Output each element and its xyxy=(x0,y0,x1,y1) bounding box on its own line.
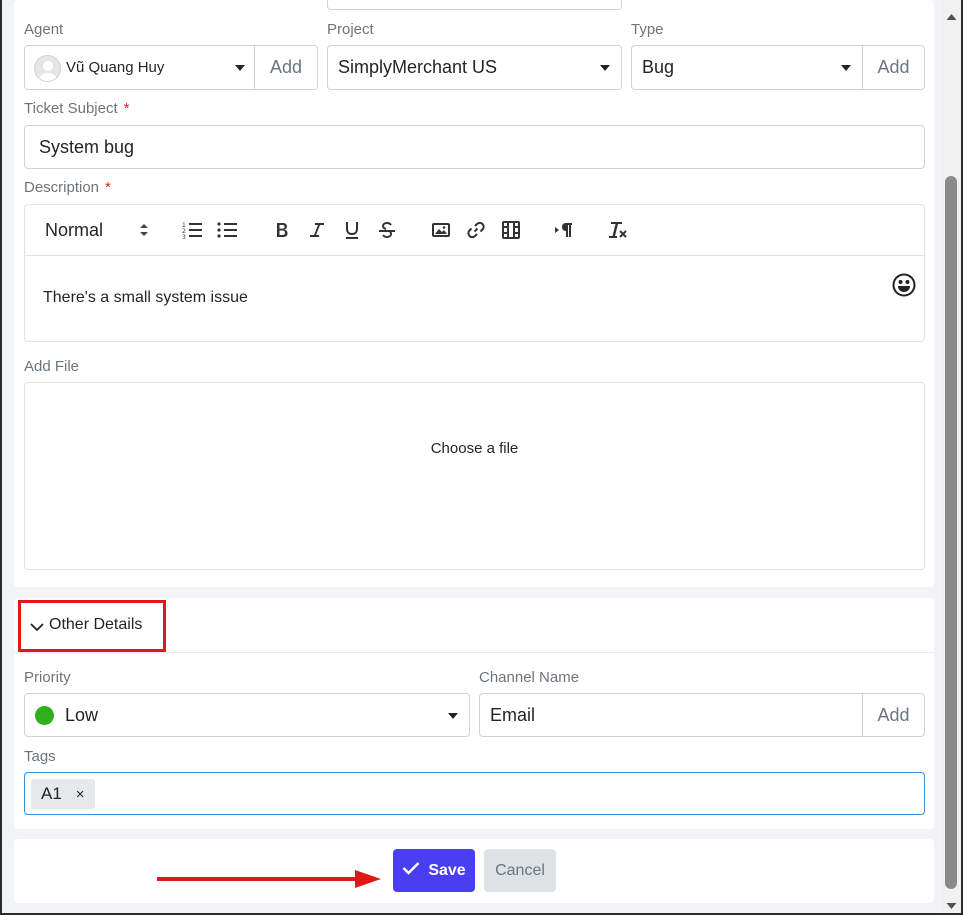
form-panel: Agent Vũ Quang Huy Add Project SimplyMer… xyxy=(0,0,963,915)
editor-toolbar: Normal 123 xyxy=(25,205,924,256)
scroll-up-arrow-icon[interactable] xyxy=(946,8,957,26)
check-icon xyxy=(402,861,420,880)
add-file-label: Add File xyxy=(24,358,80,375)
annotation-arrow xyxy=(157,868,383,890)
add-agent-button[interactable]: Add xyxy=(254,45,318,90)
ticket-form-card: Agent Vũ Quang Huy Add Project SimplyMer… xyxy=(14,0,934,587)
tags-input[interactable]: A1 × xyxy=(24,772,925,815)
chevron-down-icon xyxy=(448,713,458,719)
type-label: Type xyxy=(631,21,664,38)
underline-icon[interactable] xyxy=(340,219,364,241)
required-marker: * xyxy=(123,100,130,117)
project-label: Project xyxy=(327,21,374,38)
type-value: Bug xyxy=(642,57,675,77)
cancel-button[interactable]: Cancel xyxy=(484,849,556,892)
description-label: Description * xyxy=(24,179,111,196)
other-details-card: Other Details Priority Low Channel Name … xyxy=(14,598,934,829)
emoji-icon[interactable] xyxy=(891,272,917,298)
scrollbar-thumb[interactable] xyxy=(945,176,957,889)
project-select[interactable]: SimplyMerchant US xyxy=(327,45,622,90)
priority-label: Priority xyxy=(24,669,71,686)
cancel-label: Cancel xyxy=(495,861,545,879)
bold-icon[interactable] xyxy=(270,219,294,241)
text-direction-icon[interactable] xyxy=(552,219,576,241)
tags-label: Tags xyxy=(24,748,56,765)
scrollbar[interactable] xyxy=(942,0,961,913)
bullet-list-icon[interactable] xyxy=(215,219,239,241)
tag-chip: A1 × xyxy=(31,779,95,809)
add-channel-button[interactable]: Add xyxy=(862,693,925,737)
ticket-subject-value: System bug xyxy=(39,137,135,157)
description-body[interactable]: There's a small system issue xyxy=(43,289,248,307)
ordered-list-icon[interactable]: 123 xyxy=(180,219,204,241)
format-select[interactable]: Normal xyxy=(45,218,157,242)
partial-field[interactable] xyxy=(327,0,622,10)
channel-name-input[interactable]: Email xyxy=(479,693,863,737)
type-select[interactable]: Bug xyxy=(631,45,863,90)
agent-select[interactable]: Vũ Quang Huy xyxy=(24,45,255,90)
footer-bar: Save Cancel xyxy=(14,839,934,903)
required-marker: * xyxy=(105,179,111,196)
priority-select[interactable]: Low xyxy=(24,693,470,737)
priority-value: Low xyxy=(65,705,99,725)
ticket-subject-label: Ticket Subject * xyxy=(24,100,130,117)
strikethrough-icon[interactable] xyxy=(375,219,399,241)
save-label: Save xyxy=(428,861,466,879)
ticket-subject-input[interactable]: System bug xyxy=(24,125,925,169)
channel-name-value: Email xyxy=(490,705,536,725)
agent-value: Vũ Quang Huy xyxy=(66,59,165,76)
save-button[interactable]: Save xyxy=(393,849,475,892)
chevron-down-icon xyxy=(600,65,610,71)
sort-arrows-icon xyxy=(139,222,149,238)
link-icon[interactable] xyxy=(464,219,488,241)
image-icon[interactable] xyxy=(429,219,453,241)
scroll-down-arrow-icon[interactable] xyxy=(946,897,957,915)
description-editor: Normal 123 There's a small system issue xyxy=(24,204,925,342)
file-dropzone[interactable]: Choose a file xyxy=(24,382,925,570)
chevron-down-icon xyxy=(235,65,245,71)
italic-icon[interactable] xyxy=(305,219,329,241)
clear-format-icon[interactable] xyxy=(606,219,630,241)
status-dot xyxy=(35,706,54,725)
project-value: SimplyMerchant US xyxy=(338,57,498,77)
chevron-down-icon xyxy=(841,65,851,71)
video-icon[interactable] xyxy=(499,219,523,241)
agent-label: Agent xyxy=(24,21,64,38)
tag-chip-label: A1 xyxy=(41,784,62,803)
highlight-box xyxy=(18,600,166,652)
choose-file-prompt[interactable]: Choose a file xyxy=(25,440,924,457)
format-select-value: Normal xyxy=(45,219,104,240)
svg-text:3: 3 xyxy=(182,234,186,240)
avatar xyxy=(34,55,61,82)
channel-name-label: Channel Name xyxy=(479,669,580,686)
close-icon[interactable]: × xyxy=(76,786,85,803)
add-type-button[interactable]: Add xyxy=(862,45,925,90)
